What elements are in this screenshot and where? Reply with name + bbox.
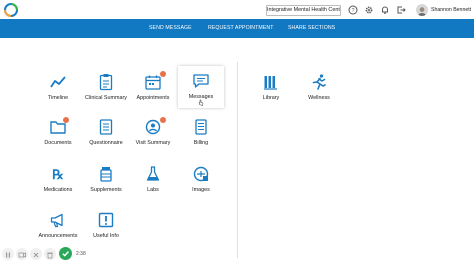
documents-badge <box>63 117 69 123</box>
tile-announcements[interactable]: Announcements <box>35 207 81 249</box>
tile-wellness-label: Wellness <box>308 95 330 101</box>
tile-documents[interactable]: Documents <box>35 114 81 156</box>
info-alert-icon <box>98 212 114 228</box>
megaphone-icon <box>50 213 63 228</box>
tile-documents-label: Documents <box>44 140 72 146</box>
svg-text:℞: ℞ <box>52 167 64 182</box>
trash-icon <box>47 252 53 259</box>
tile-timeline-label: Timeline <box>47 95 69 101</box>
pause-icon <box>6 252 10 258</box>
checkmark-icon <box>62 251 69 257</box>
tile-supplements-label: Supplements <box>90 187 122 193</box>
tile-library[interactable]: Library <box>248 69 294 111</box>
recording-timer: 2:38 <box>76 251 86 257</box>
tile-images[interactable]: Images <box>178 161 224 203</box>
avatar[interactable] <box>416 4 428 16</box>
logout-icon[interactable] <box>396 5 406 15</box>
finish-recording-button[interactable] <box>59 247 72 260</box>
app-logo-icon[interactable] <box>4 3 18 17</box>
tile-clinical-summary-label: Clinical Summary <box>85 95 127 101</box>
request-appointment-link[interactable]: REQUEST APPOINTMENT <box>208 25 274 31</box>
list-document-icon <box>99 119 113 135</box>
user-name[interactable]: Shannon Bennett <box>431 7 471 13</box>
tile-questionnaire[interactable]: Questionnaire <box>83 114 129 156</box>
tile-medications-label: Medications <box>43 187 73 193</box>
trash-button[interactable] <box>44 248 56 260</box>
section-divider <box>237 62 238 258</box>
appointments-badge <box>160 71 166 77</box>
clipboard-icon <box>99 74 113 91</box>
tile-labs[interactable]: Labs <box>130 161 176 203</box>
tile-billing-label: Billing <box>193 140 209 146</box>
help-icon[interactable]: ? <box>348 5 358 15</box>
gear-icon[interactable] <box>364 5 374 15</box>
send-message-link[interactable]: SEND MESSAGE <box>149 25 192 31</box>
bell-icon[interactable] <box>380 5 390 15</box>
tile-messages[interactable]: Messages <box>178 66 224 108</box>
tile-library-label: Library <box>262 95 280 101</box>
close-button[interactable] <box>30 248 42 260</box>
tile-supplements[interactable]: Supplements <box>83 161 129 203</box>
tile-useful-info[interactable]: Useful Info <box>83 207 129 249</box>
billing-icon <box>195 119 207 135</box>
tile-clinical-summary[interactable]: Clinical Summary <box>83 69 129 111</box>
pause-button[interactable] <box>2 248 14 260</box>
hand-cursor-icon <box>198 99 204 106</box>
tile-useful-info-label: Useful Info <box>93 233 119 239</box>
library-books-icon <box>264 76 277 90</box>
pill-bottle-icon <box>100 167 112 182</box>
tile-visit-summary[interactable]: Visit Summary <box>130 114 176 156</box>
visit-summary-badge <box>160 117 166 123</box>
flask-icon <box>146 166 160 181</box>
calendar-icon <box>145 75 161 90</box>
tile-announcements-label: Announcements <box>38 233 78 239</box>
svg-text:?: ? <box>351 8 354 14</box>
close-icon <box>33 252 39 258</box>
tile-labs-label: Labs <box>147 187 159 193</box>
tile-questionnaire-label: Questionnaire <box>89 140 123 146</box>
recording-controls: 2:38 <box>2 246 94 262</box>
top-bar: Integrative Mental Health Center ? Shann… <box>0 0 474 20</box>
chat-bubble-icon <box>193 74 209 88</box>
rx-icon: ℞ <box>52 167 64 182</box>
tile-wellness[interactable]: Wellness <box>296 69 342 111</box>
share-sections-link[interactable]: SHARE SECTIONS <box>288 25 335 31</box>
tile-visit-summary-label: Visit Summary <box>135 140 171 146</box>
action-nav-bar: SEND MESSAGE REQUEST APPOINTMENT SHARE S… <box>0 19 474 38</box>
tile-appointments[interactable]: Appointments <box>130 69 176 111</box>
images-icon <box>193 166 209 182</box>
tile-billing[interactable]: Billing <box>178 114 224 156</box>
clinic-selector[interactable]: Integrative Mental Health Center <box>266 5 341 16</box>
tile-timeline[interactable]: Timeline <box>35 69 81 111</box>
tile-medications[interactable]: ℞ Medications <box>35 161 81 203</box>
running-person-icon <box>312 74 326 90</box>
tile-images-label: Images <box>192 187 210 193</box>
camera-button[interactable] <box>16 248 28 260</box>
camera-icon <box>18 252 26 258</box>
timeline-icon <box>50 76 66 88</box>
tile-appointments-label: Appointments <box>136 95 170 101</box>
